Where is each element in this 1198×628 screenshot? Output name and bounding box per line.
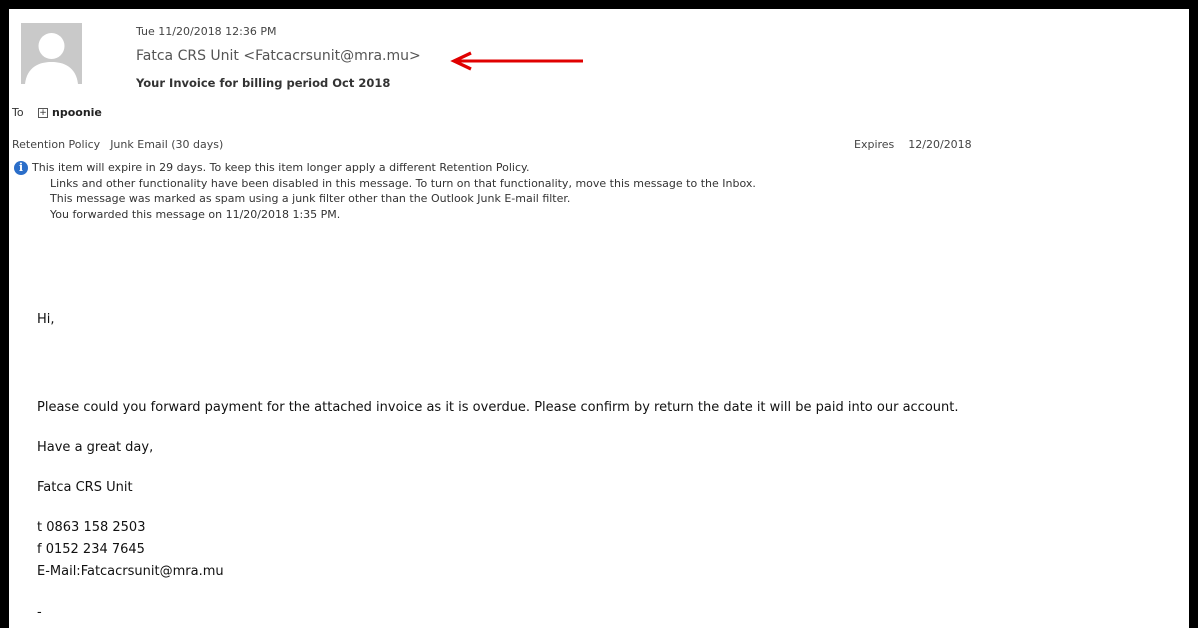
expires-info: Expires 12/20/2018 xyxy=(854,138,972,151)
signature-name: Fatca CRS Unit xyxy=(37,480,133,495)
red-arrow-annotation xyxy=(450,51,583,71)
closing: Have a great day, xyxy=(37,440,154,455)
info-icon: i xyxy=(14,161,28,175)
body-paragraph: Please could you forward payment for the… xyxy=(37,400,959,415)
sender-name[interactable]: Fatca CRS Unit <Fatcacrsunit@mra.mu> xyxy=(136,48,421,64)
to-label: To xyxy=(12,106,24,119)
recipient-name[interactable]: npoonie xyxy=(52,106,102,119)
info-line: Links and other functionality have been … xyxy=(50,176,756,190)
signature-fax: f 0152 234 7645 xyxy=(37,542,145,557)
info-line: This item will expire in 29 days. To kee… xyxy=(32,161,530,174)
info-line: This message was marked as spam using a … xyxy=(50,192,571,205)
person-silhouette-icon xyxy=(21,23,82,84)
sent-date: Tue 11/20/2018 12:36 PM xyxy=(136,25,277,38)
signature-email[interactable]: E-Mail:Fatcacrsunit@mra.mu xyxy=(37,564,224,579)
signature-phone: t 0863 158 2503 xyxy=(37,520,146,535)
greeting: Hi, xyxy=(37,312,55,327)
retention-policy-row: Retention Policy Junk Email (30 days) xyxy=(12,138,223,151)
email-reading-pane: Tue 11/20/2018 12:36 PM Fatca CRS Unit <… xyxy=(9,9,1189,628)
expand-recipients-icon[interactable]: + xyxy=(38,108,48,118)
expires-date: 12/20/2018 xyxy=(908,138,972,151)
recipients-row: To + npoonie xyxy=(12,106,102,119)
retention-value: Junk Email (30 days) xyxy=(110,138,224,151)
email-subject: Your Invoice for billing period Oct 2018 xyxy=(136,76,391,90)
retention-label: Retention Policy xyxy=(12,138,101,151)
info-bar[interactable]: i This item will expire in 29 days. To k… xyxy=(14,160,756,222)
info-line: You forwarded this message on 11/20/2018… xyxy=(50,207,341,221)
sender-avatar xyxy=(21,23,82,84)
expires-label: Expires xyxy=(854,138,895,151)
trailing-dash: - xyxy=(37,605,42,620)
